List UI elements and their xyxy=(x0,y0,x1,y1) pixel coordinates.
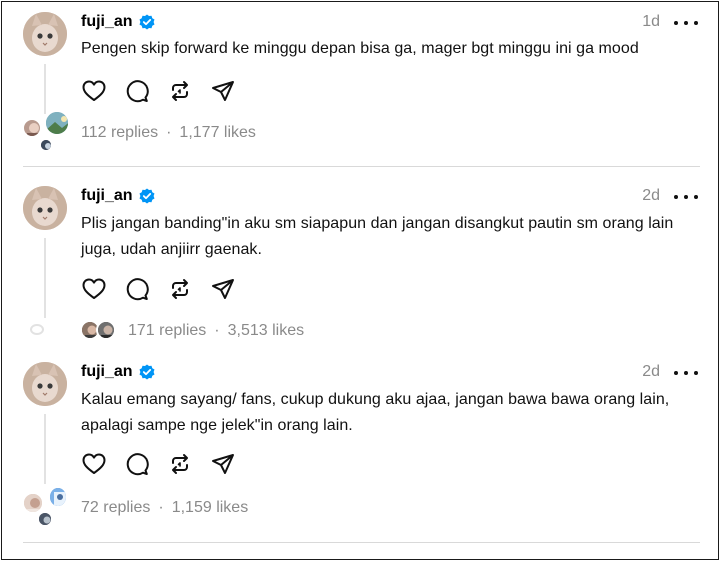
heart-icon[interactable] xyxy=(81,276,107,302)
username-row[interactable]: fuji_an xyxy=(81,187,155,205)
stats-separator: · xyxy=(166,124,172,141)
username[interactable]: fuji_an xyxy=(81,187,133,205)
likes-count[interactable]: 3,513 likes xyxy=(228,322,305,340)
username[interactable]: fuji_an xyxy=(81,13,133,31)
share-icon[interactable] xyxy=(210,276,236,302)
post-time: 2d xyxy=(642,363,660,380)
post-stats: 72 replies · 1,159 likes xyxy=(81,499,248,517)
heart-icon[interactable] xyxy=(81,78,107,104)
post-actions xyxy=(81,451,253,477)
replier-avatar xyxy=(22,492,44,514)
post-divider xyxy=(23,542,700,543)
replier-avatar xyxy=(48,486,68,508)
thread-loop xyxy=(30,324,44,335)
likes-count[interactable]: 1,177 likes xyxy=(179,124,256,142)
repost-icon[interactable] xyxy=(167,276,193,302)
comment-icon[interactable] xyxy=(124,451,150,477)
stats-separator: · xyxy=(158,499,164,516)
post-actions xyxy=(81,78,253,104)
replier-avatar xyxy=(96,320,116,340)
replier-avatar xyxy=(37,511,53,527)
post-stats: 171 replies · 3,513 likes xyxy=(128,322,304,340)
replier-avatar xyxy=(22,118,42,138)
post-text: Kalau emang sayang/ fans, cukup dukung a… xyxy=(81,391,670,434)
username-row[interactable]: fuji_an xyxy=(81,13,155,31)
share-icon[interactable] xyxy=(210,451,236,477)
likes-count[interactable]: 1,159 likes xyxy=(172,499,249,517)
more-options-icon[interactable] xyxy=(674,189,698,205)
post-stats: 112 replies · 1,177 likes xyxy=(81,124,256,142)
repost-icon[interactable] xyxy=(167,78,193,104)
verified-badge-icon xyxy=(139,188,155,204)
avatar[interactable] xyxy=(23,362,67,406)
threads-feed: fuji_an 1d Pengen skip forward ke minggu… xyxy=(1,1,719,560)
avatar[interactable] xyxy=(23,12,67,56)
comment-icon[interactable] xyxy=(124,78,150,104)
heart-icon[interactable] xyxy=(81,451,107,477)
thread-post: fuji_an 2d Kalau emang sayang/ fans, cuk… xyxy=(2,343,718,543)
share-icon[interactable] xyxy=(210,78,236,104)
post-text: Plis jangan banding"in aku sm siapapun d… xyxy=(81,215,674,258)
thread-line xyxy=(44,238,46,318)
post-time: 2d xyxy=(642,187,660,204)
more-options-icon[interactable] xyxy=(674,15,698,31)
thread-post: fuji_an 1d Pengen skip forward ke minggu… xyxy=(2,2,718,167)
verified-badge-icon xyxy=(139,14,155,30)
repost-icon[interactable] xyxy=(167,451,193,477)
post-text: Pengen skip forward ke minggu depan bisa… xyxy=(81,40,639,57)
replies-count[interactable]: 72 replies xyxy=(81,499,150,517)
more-options-icon[interactable] xyxy=(674,365,698,381)
verified-badge-icon xyxy=(139,364,155,380)
avatar[interactable] xyxy=(23,186,67,230)
post-time: 1d xyxy=(642,13,660,30)
replies-count[interactable]: 171 replies xyxy=(128,322,206,340)
stats-separator: · xyxy=(214,322,220,339)
replier-avatar xyxy=(44,110,70,136)
thread-line xyxy=(44,64,46,114)
replies-count[interactable]: 112 replies xyxy=(81,124,158,142)
post-actions xyxy=(81,276,253,302)
username[interactable]: fuji_an xyxy=(81,363,133,381)
thread-post: fuji_an 2d Plis jangan banding"in aku sm… xyxy=(2,167,718,343)
thread-line xyxy=(44,414,46,484)
username-row[interactable]: fuji_an xyxy=(81,363,155,381)
replier-avatar xyxy=(39,138,53,152)
comment-icon[interactable] xyxy=(124,276,150,302)
